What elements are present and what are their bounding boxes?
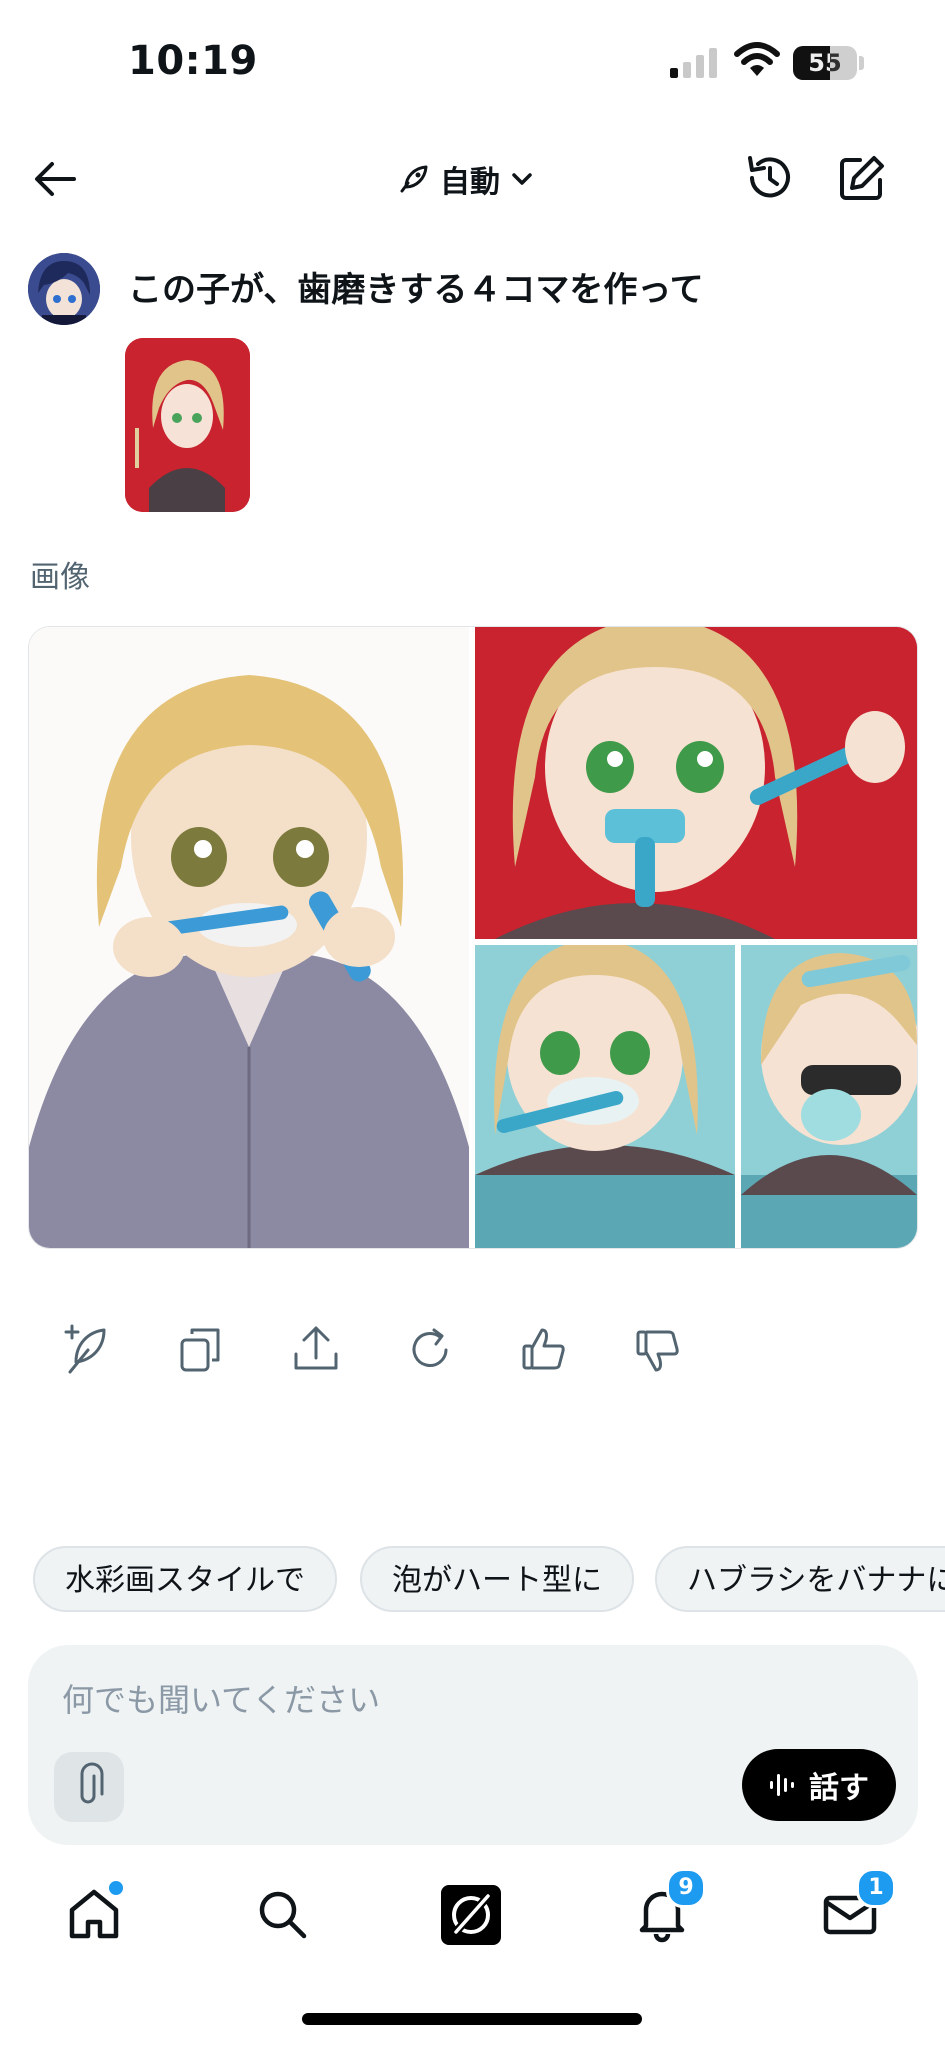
chat-input-placeholder[interactable]: 何でも聞いてください	[62, 1675, 380, 1721]
nav-notifications[interactable]: 9	[630, 1868, 706, 1946]
attach-button[interactable]	[54, 1752, 124, 1822]
messages-badge: 1	[856, 1868, 896, 1908]
avatar-illustration	[28, 253, 100, 325]
status-time: 10:19	[128, 38, 258, 84]
nav-search[interactable]	[250, 1882, 314, 1946]
voice-waveform-icon	[770, 1774, 794, 1796]
generated-image-grid[interactable]	[28, 626, 918, 1249]
home-indicator	[302, 2013, 642, 2025]
back-arrow-icon[interactable]	[30, 154, 80, 204]
attached-image-thumbnail[interactable]	[125, 338, 250, 512]
user-avatar[interactable]	[28, 253, 100, 325]
nav-home[interactable]	[62, 1878, 126, 1946]
speak-label: 話す	[809, 1771, 869, 1806]
search-icon	[259, 1891, 307, 1939]
attached-character-illustration	[125, 338, 250, 512]
panel-top-right-illustration	[475, 627, 917, 939]
history-icon[interactable]	[742, 150, 798, 206]
panel-bottom-right-illustration	[741, 945, 917, 1248]
new-chat-edit-icon[interactable]	[834, 150, 890, 206]
regenerate-with-feather-icon[interactable]	[58, 1320, 118, 1380]
paperclip-icon	[80, 1762, 104, 1804]
refresh-icon[interactable]	[400, 1320, 460, 1380]
battery-tip	[859, 56, 864, 70]
panel-bottom-middle-illustration	[475, 945, 735, 1248]
thumbs-up-icon[interactable]	[514, 1320, 574, 1380]
panel-left-illustration	[29, 627, 469, 1248]
image-panel-bottom-right[interactable]	[741, 945, 917, 1248]
voice-speak-button[interactable]: 話す	[742, 1749, 896, 1821]
suggestion-chip[interactable]: 水彩画スタイルで	[33, 1546, 337, 1612]
wifi-icon	[734, 42, 780, 76]
grok-logo-icon	[441, 1885, 501, 1945]
image-panel-top-right[interactable]	[475, 627, 917, 939]
battery-level: 55	[808, 49, 842, 77]
nav-grok[interactable]	[440, 1884, 502, 1946]
battery-icon: 55	[793, 46, 857, 80]
cellular-signal-icon	[670, 48, 717, 78]
rocket-icon	[400, 165, 428, 193]
image-panel-bottom-middle[interactable]	[475, 945, 735, 1248]
result-section-label: 画像	[30, 560, 90, 595]
copy-icon[interactable]	[172, 1320, 232, 1380]
mode-selector[interactable]: 自動	[398, 152, 534, 206]
notifications-badge: 9	[666, 1868, 706, 1908]
suggestion-chip[interactable]: ハブラシをバナナに	[655, 1546, 945, 1612]
nav-messages[interactable]: 1	[818, 1868, 896, 1946]
suggestion-chip[interactable]: 泡がハート型に	[360, 1546, 634, 1612]
image-panel-left[interactable]	[29, 627, 469, 1248]
home-unread-dot	[106, 1878, 126, 1898]
user-prompt-text: この子が、歯磨きする４コマを作って	[128, 270, 704, 310]
share-upload-icon[interactable]	[286, 1320, 346, 1380]
response-actions	[58, 1320, 698, 1380]
thumbs-down-icon[interactable]	[628, 1320, 688, 1380]
chevron-down-icon	[512, 173, 532, 185]
mode-label: 自動	[440, 165, 500, 200]
